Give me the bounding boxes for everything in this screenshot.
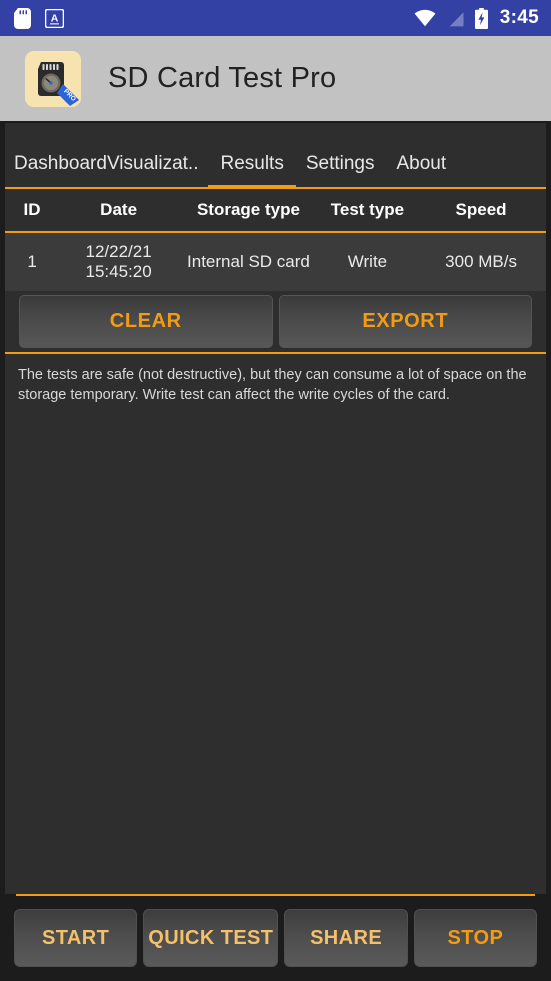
keyboard-language-icon: A — [45, 8, 64, 28]
sd-card-test-pro-app-icon: PRO — [25, 50, 81, 107]
stop-button[interactable]: STOP — [413, 909, 538, 967]
column-header-date[interactable]: Date — [59, 189, 178, 232]
share-button[interactable]: SHARE — [284, 909, 408, 967]
results-table-header: ID Date Storage type Test type Speed — [5, 189, 546, 232]
cell-speed: 300 MB/s — [416, 231, 546, 292]
results-action-row: CLEAR EXPORT — [5, 291, 546, 355]
results-table-body: 1 12/22/21 15:45:20 Internal SD card Wri… — [5, 231, 546, 292]
sd-card-icon — [14, 7, 31, 29]
info-text: The tests are safe (not destructive), bu… — [18, 367, 527, 403]
bottom-action-bar: START QUICK TEST SHARE STOP — [0, 894, 551, 981]
cell-storage-type: Internal SD card — [178, 231, 319, 292]
cell-test-type: Write — [318, 231, 417, 292]
column-header-storage-type[interactable]: Storage type — [178, 189, 319, 232]
results-table: ID Date Storage type Test type Speed 1 1… — [5, 189, 546, 292]
tab-about[interactable]: About — [397, 153, 447, 187]
svg-text:A: A — [51, 12, 59, 24]
cell-id: 1 — [5, 231, 60, 292]
table-header-row: ID Date Storage type Test type Speed — [5, 189, 546, 232]
battery-charging-icon — [474, 7, 488, 29]
tab-bar: Dashboard Visualizat.. Results Settings … — [5, 123, 546, 189]
clear-button[interactable]: CLEAR — [19, 295, 273, 349]
status-bar-system-icons: 3:45 — [414, 7, 539, 29]
tab-dashboard[interactable]: Dashboard — [14, 153, 107, 187]
tab-results[interactable]: Results — [208, 153, 297, 189]
bottom-bar-divider — [16, 894, 535, 896]
page-title: SD Card Test Pro — [108, 62, 337, 94]
status-bar: A 3:45 — [0, 0, 551, 36]
wifi-icon — [414, 9, 436, 27]
column-header-test-type[interactable]: Test type — [319, 189, 416, 232]
tab-visualization[interactable]: Visualizat.. — [107, 153, 199, 187]
start-button[interactable]: START — [14, 909, 138, 967]
app-bar: PRO SD Card Test Pro — [0, 36, 551, 121]
content-panel: Dashboard Visualizat.. Results Settings … — [0, 121, 551, 894]
table-row[interactable]: 1 12/22/21 15:45:20 Internal SD card Wri… — [5, 231, 546, 292]
cell-date: 12/22/21 15:45:20 — [59, 231, 179, 292]
app-root: A 3:45 PRO SD Card Test Pro Dashboard Vi… — [0, 0, 551, 981]
quick-test-button[interactable]: QUICK TEST — [143, 909, 279, 967]
status-bar-clock: 3:45 — [499, 7, 539, 28]
column-header-speed[interactable]: Speed — [416, 189, 546, 232]
tab-settings[interactable]: Settings — [306, 153, 375, 187]
no-signal-icon — [446, 8, 465, 28]
column-header-id[interactable]: ID — [5, 189, 59, 232]
status-bar-notification-icons: A — [14, 7, 64, 29]
export-button[interactable]: EXPORT — [278, 295, 532, 349]
